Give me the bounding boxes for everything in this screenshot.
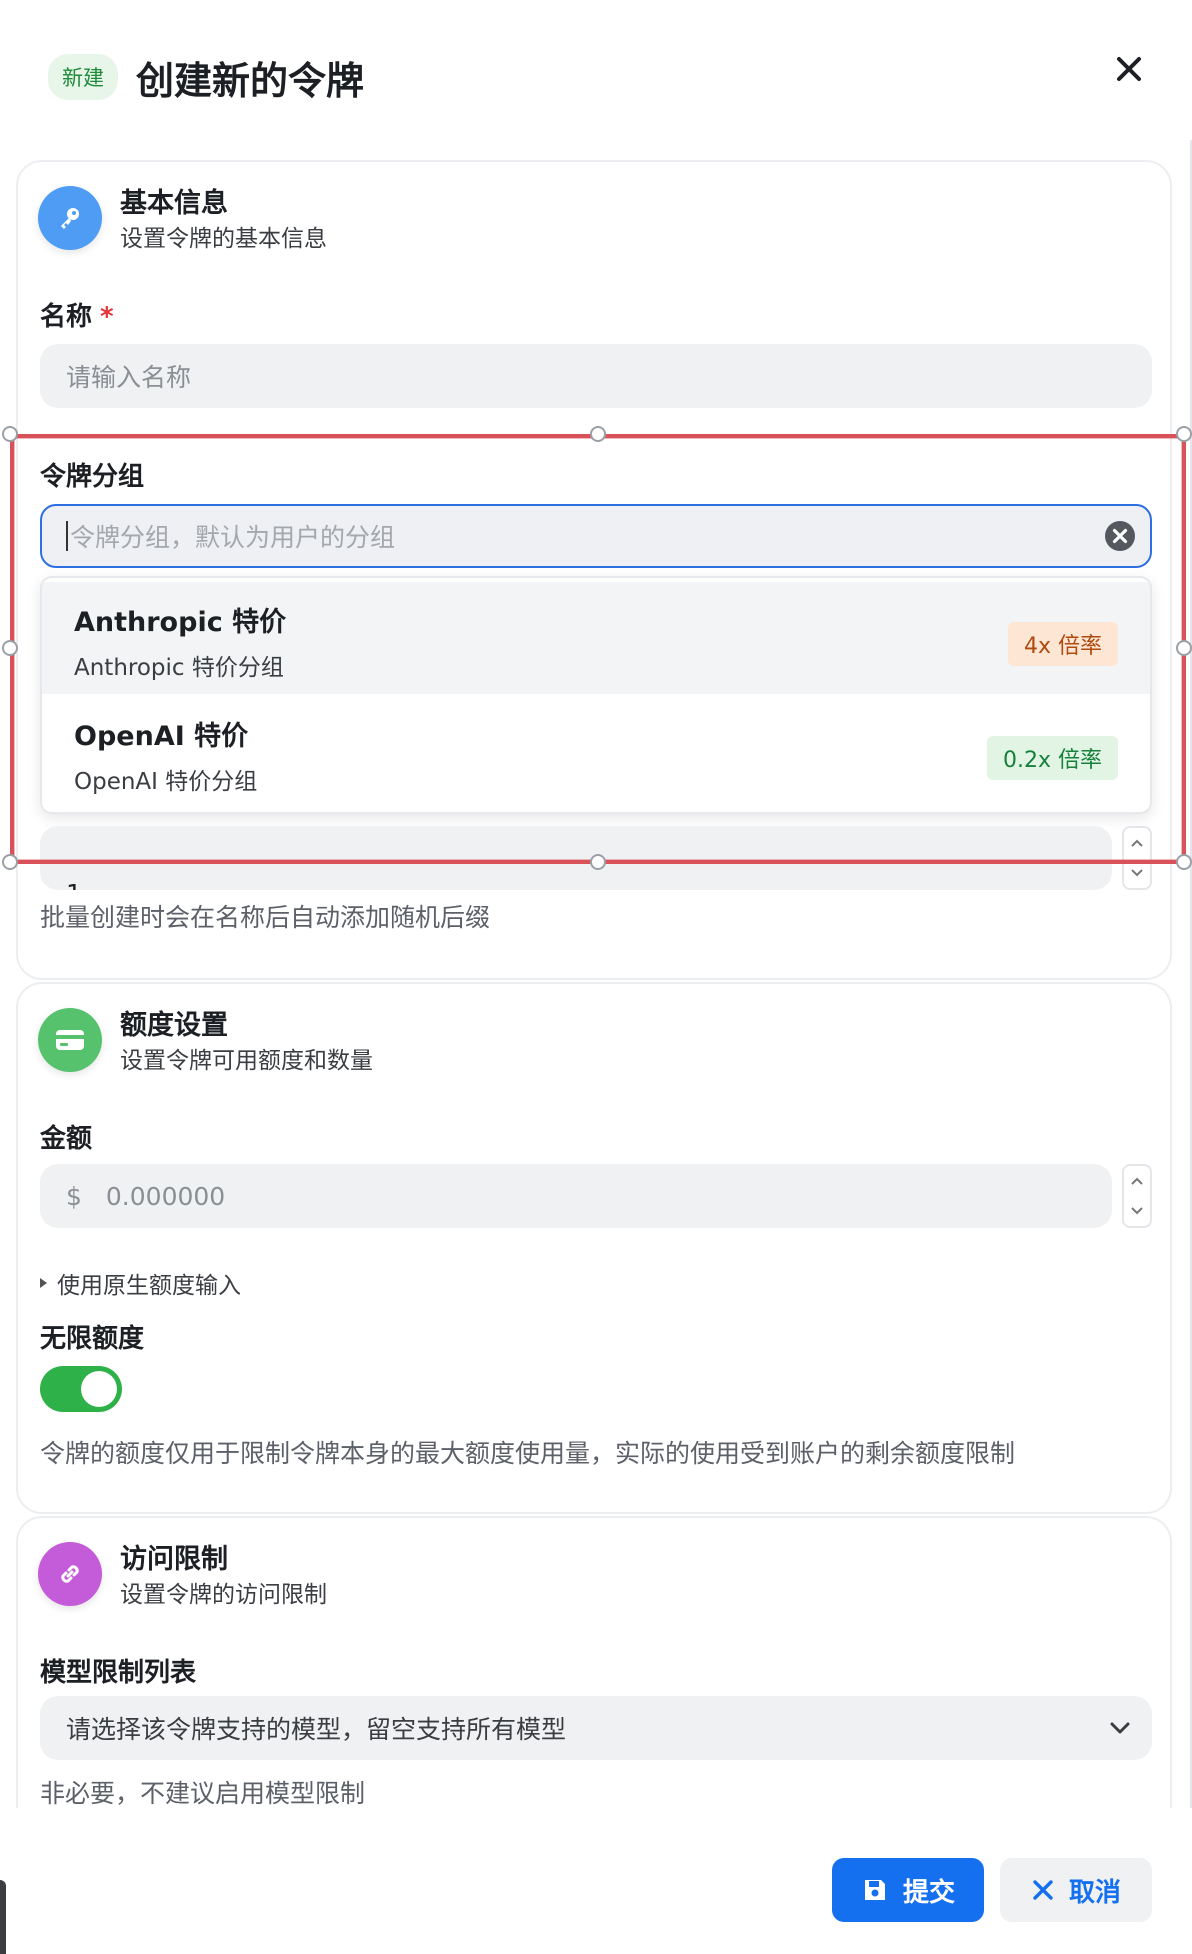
chevron-down-icon	[1110, 1722, 1130, 1734]
credit-card-icon	[38, 1008, 102, 1072]
native-quota-toggle[interactable]: 使用原生额度输入	[40, 1266, 241, 1300]
model-placeholder: 请选择该令牌支持的模型，留空支持所有模型	[66, 1715, 567, 1744]
model-limit-select[interactable]: 请选择该令牌支持的模型，留空支持所有模型	[40, 1696, 1152, 1760]
count-helper: 批量创建时会在名称后自动添加随机后缀	[40, 903, 491, 932]
chevron-down-icon[interactable]	[1130, 1206, 1144, 1216]
close-icon	[1033, 1880, 1053, 1900]
amount-stepper[interactable]	[1122, 1164, 1152, 1228]
option-title: OpenAI 特价	[74, 721, 249, 752]
resize-handle[interactable]	[590, 854, 606, 870]
resize-handle[interactable]	[1176, 854, 1192, 870]
option-title: Anthropic 特价	[74, 607, 287, 638]
submit-button[interactable]: 提交	[832, 1858, 984, 1922]
native-toggle-label: 使用原生额度输入	[57, 1273, 241, 1299]
chevron-up-icon[interactable]	[1130, 838, 1144, 848]
count-stepper[interactable]	[1122, 826, 1152, 890]
group-placeholder: 令牌分组，默认为用户的分组	[70, 523, 396, 552]
required-mark: *	[100, 302, 114, 332]
quota-card: 额度设置 设置令牌可用额度和数量 金额 $ 0.000000 使用原生额度输入 …	[16, 982, 1172, 1514]
key-icon	[38, 186, 102, 250]
save-icon	[864, 1880, 885, 1900]
currency-symbol: $	[66, 1181, 82, 1211]
new-badge: 新建	[48, 54, 118, 100]
close-icon	[1117, 57, 1141, 81]
page-title: 创建新的令牌	[136, 58, 365, 103]
group-select[interactable]: 令牌分组，默认为用户的分组	[40, 504, 1152, 568]
rate-badge: 0.2x 倍率	[986, 736, 1118, 780]
link-icon	[38, 1542, 102, 1606]
unlimited-label: 无限额度	[40, 1324, 145, 1354]
quota-title: 额度设置	[120, 1010, 228, 1041]
resize-handle[interactable]	[2, 854, 18, 870]
basic-info-subtitle: 设置令牌的基本信息	[120, 226, 327, 252]
submit-label: 提交	[902, 1877, 955, 1908]
count-input[interactable]: 1	[40, 826, 1112, 890]
rate-badge: 4x 倍率	[1007, 622, 1118, 666]
resize-handle[interactable]	[1176, 640, 1192, 656]
option-desc: Anthropic 特价分组	[74, 655, 284, 681]
option-desc: OpenAI 特价分组	[74, 769, 258, 795]
chevron-down-icon[interactable]	[1130, 868, 1144, 878]
window-corner	[0, 1880, 6, 1954]
name-label: 名称 *	[40, 296, 114, 333]
amount-placeholder: 0.000000	[105, 1181, 226, 1211]
group-option-openai[interactable]: OpenAI 特价 OpenAI 特价分组 0.2x 倍率	[42, 696, 1150, 808]
create-token-panel: 新建 创建新的令牌 基本信息 设置令牌的基本信息 名称 * 请输入名称 令牌分组…	[0, 0, 1192, 1954]
triangle-right-icon	[40, 1278, 47, 1288]
chevron-up-icon[interactable]	[1130, 1176, 1144, 1186]
name-input[interactable]: 请输入名称	[40, 344, 1152, 408]
switch-knob	[81, 1371, 117, 1407]
panel-header: 新建 创建新的令牌	[48, 50, 364, 104]
amount-input[interactable]: $ 0.000000	[40, 1164, 1112, 1228]
model-limit-label: 模型限制列表	[40, 1658, 197, 1688]
basic-info-title: 基本信息	[120, 188, 228, 219]
count-value: 1	[66, 879, 82, 890]
close-button[interactable]	[1110, 50, 1148, 88]
resize-handle[interactable]	[1176, 426, 1192, 442]
resize-handle[interactable]	[2, 426, 18, 442]
name-label-text: 名称	[40, 302, 93, 332]
access-title: 访问限制	[120, 1544, 228, 1575]
unlimited-switch[interactable]	[40, 1366, 122, 1412]
cancel-label: 取消	[1068, 1877, 1121, 1908]
access-subtitle: 设置令牌的访问限制	[120, 1582, 327, 1608]
model-helper: 非必要，不建议启用模型限制	[40, 1779, 366, 1808]
resize-handle[interactable]	[590, 426, 606, 442]
name-placeholder: 请输入名称	[66, 363, 192, 392]
quota-header: 额度设置 设置令牌可用额度和数量	[38, 1008, 373, 1078]
footer-bar: 提交 取消	[0, 1808, 1192, 1954]
clear-icon[interactable]	[1104, 520, 1136, 552]
cancel-button[interactable]: 取消	[1000, 1858, 1152, 1922]
group-label: 令牌分组	[40, 462, 145, 492]
unlimited-helper: 令牌的额度仅用于限制令牌本身的最大额度使用量，实际的使用受到账户的剩余额度限制	[40, 1439, 1016, 1468]
resize-handle[interactable]	[2, 640, 18, 656]
group-option-anthropic[interactable]: Anthropic 特价 Anthropic 特价分组 4x 倍率	[42, 582, 1150, 694]
amount-label: 金额	[40, 1124, 93, 1154]
group-dropdown: Anthropic 特价 Anthropic 特价分组 4x 倍率 OpenAI…	[40, 576, 1152, 814]
basic-info-header: 基本信息 设置令牌的基本信息	[38, 186, 327, 256]
access-header: 访问限制 设置令牌的访问限制	[38, 1542, 327, 1612]
text-caret	[66, 521, 68, 551]
quota-subtitle: 设置令牌可用额度和数量	[120, 1048, 373, 1074]
